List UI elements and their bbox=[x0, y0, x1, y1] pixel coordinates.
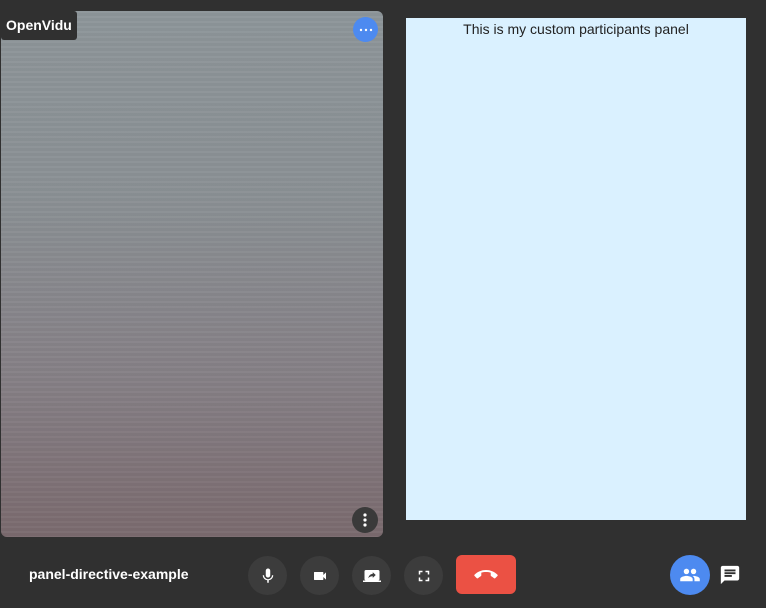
stream-menu-button[interactable] bbox=[352, 507, 378, 533]
call-end-icon bbox=[474, 569, 498, 578]
camera-icon bbox=[313, 571, 326, 580]
video-stream[interactable] bbox=[1, 11, 383, 537]
vertical-dots-icon bbox=[363, 513, 367, 527]
participants-panel-button[interactable] bbox=[670, 555, 710, 595]
microphone-icon bbox=[262, 568, 273, 583]
toolbar: panel-directive-example bbox=[0, 548, 766, 604]
session-name: panel-directive-example bbox=[29, 566, 189, 582]
participants-panel: This is my custom participants panel bbox=[406, 18, 746, 520]
panel-title: This is my custom participants panel bbox=[463, 21, 689, 37]
fullscreen-icon bbox=[418, 570, 429, 581]
leave-session-button[interactable] bbox=[456, 555, 516, 594]
participant-nickname: OpenVidu bbox=[1, 11, 77, 40]
chat-icon bbox=[720, 565, 740, 585]
fullscreen-button[interactable] bbox=[404, 556, 443, 595]
screen-share-icon bbox=[362, 569, 381, 582]
chat-panel-button[interactable] bbox=[714, 558, 746, 592]
screen-share-button[interactable] bbox=[352, 556, 391, 595]
microphone-button[interactable] bbox=[248, 556, 287, 595]
more-options-icon[interactable] bbox=[353, 17, 378, 42]
camera-button[interactable] bbox=[300, 556, 339, 595]
participants-icon bbox=[680, 568, 700, 582]
